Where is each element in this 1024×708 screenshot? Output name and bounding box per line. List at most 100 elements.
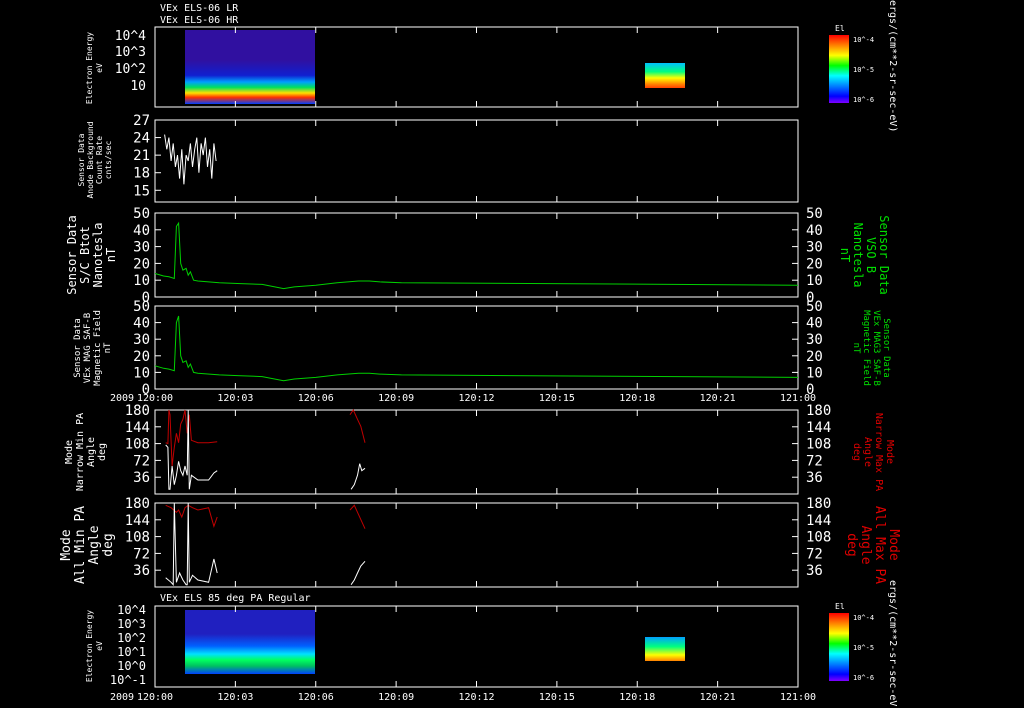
y-axis-label: eV <box>95 641 104 651</box>
y-tick-label: 72 <box>133 453 150 469</box>
y-axis-label-group: Sensor Data Anode Background Count Rate … <box>77 121 113 198</box>
spectrogram-block <box>645 637 685 661</box>
right-axis-label: Narrow Max PA <box>873 413 884 491</box>
y-axis-label: Angle <box>87 525 102 564</box>
y-tick-label-right: 20 <box>806 256 823 272</box>
colorbar-units: ergs/(cm**2-sr-sec-eV) <box>887 0 898 132</box>
y-axis-label: Angle <box>86 437 97 467</box>
y-tick-label-right: 144 <box>806 420 831 436</box>
colorbar-tick: 10^-6 <box>853 96 874 104</box>
y-tick-label: 10^4 <box>117 603 146 617</box>
right-axis-label: VEx MAG3 SAF-B <box>871 310 881 386</box>
y-tick-label-right: 36 <box>806 563 823 579</box>
y-tick-label: 10^4 <box>115 29 146 44</box>
colorbar <box>829 613 849 681</box>
plot-frame <box>154 502 799 588</box>
colorbar-tick: 10^-5 <box>853 644 874 652</box>
x-tick-label: 120:12 <box>458 692 494 703</box>
series-line <box>154 221 799 290</box>
x-tick-label: 120:18 <box>619 692 655 703</box>
x-tick-label: 121:00 <box>780 393 816 404</box>
colorbar-title: El <box>835 602 845 611</box>
colorbar-units: ergs/(cm**2-sr-sec-eV) <box>887 580 898 708</box>
x-tick-label: 120:00 <box>137 393 173 404</box>
y-axis-label: VEx MAG SAF-B <box>83 313 93 383</box>
right-axis-label: nT <box>851 343 861 354</box>
y-axis-label: deg <box>101 533 116 556</box>
x-tick-label: 120:09 <box>378 393 414 404</box>
y-axis-label: All Min PA <box>73 506 88 584</box>
x-tick-label: 120:18 <box>619 393 655 404</box>
y-axis-label: nT <box>104 248 118 262</box>
x-tick-label: 120:06 <box>298 692 334 703</box>
x-tick-label: 120:03 <box>217 393 253 404</box>
y-tick-label: 40 <box>133 223 150 239</box>
spectrogram-block <box>645 63 685 88</box>
x-tick-label: 120:03 <box>217 692 253 703</box>
y-tick-label: 10^2 <box>117 631 146 645</box>
y-tick-label-right: 40 <box>806 223 823 239</box>
y-tick-label-right: 50 <box>806 206 823 222</box>
y-tick-label: 36 <box>133 470 150 486</box>
y-tick-label: 36 <box>133 563 150 579</box>
y-tick-label: 21 <box>133 148 150 164</box>
y-axis-label: Sensor Data <box>65 215 79 294</box>
y-tick-label: 10 <box>133 365 150 381</box>
y-tick-label-right: 180 <box>806 403 831 419</box>
colorbar <box>829 35 849 103</box>
y-axis-label: cnts/sec <box>104 141 113 180</box>
y-axis-label: S/C Btot <box>78 226 92 284</box>
y-tick-label-right: 36 <box>806 470 823 486</box>
y-tick-label: 72 <box>133 546 150 562</box>
y-axis-label: deg <box>97 443 108 461</box>
y-tick-label: 180 <box>125 403 150 419</box>
y-tick-label: 108 <box>125 530 150 546</box>
series-line <box>350 463 366 490</box>
y-axis-label: nT <box>103 342 113 353</box>
plot-frame <box>154 119 799 203</box>
colorbar-tick: 10^-4 <box>853 36 874 44</box>
y-tick-label: 10^1 <box>117 645 146 659</box>
panel-all-pa: Mode All Min PA Angle deg Mode All Max P… <box>59 502 901 588</box>
y-axis-label: Narrow Min PA <box>75 413 86 491</box>
right-axis-label: Sensor Data <box>881 318 891 378</box>
y-axis-label: Nanotesla <box>91 222 105 287</box>
y-axis-label: Electron Energy <box>85 610 94 682</box>
right-axis-label: Angle <box>858 525 873 564</box>
right-axis-label: Sensor Data <box>877 215 891 294</box>
y-axis-label: Count Rate <box>95 136 104 184</box>
y-tick-label: 30 <box>133 240 150 256</box>
right-axis-label: Angle <box>862 437 873 467</box>
y-axis-label: Mode <box>59 529 74 560</box>
x-tick-label: 120:21 <box>700 692 736 703</box>
x-tick-label: 120:09 <box>378 692 414 703</box>
y-axis-label: Magnetic Field <box>93 310 103 386</box>
y-axis-label: Mode <box>64 440 75 464</box>
y-tick-label: 18 <box>133 166 150 182</box>
panel-title: VEx ELS 85 deg PA Regular <box>160 593 311 604</box>
y-tick-label-right: 10 <box>806 365 823 381</box>
panel-els-85deg: VEx ELS 85 deg PA Regular 10^4 10^3 10^2… <box>85 580 898 708</box>
y-tick-label: 40 <box>133 316 150 332</box>
panel-title: VEx ELS-06 HR <box>160 15 239 26</box>
y-tick-label-right: 108 <box>806 530 831 546</box>
y-tick-label: 144 <box>125 513 150 529</box>
right-axis-label: deg <box>844 533 859 556</box>
y-axis-label: eV <box>95 63 104 73</box>
panel-anode-bg: Sensor Data Anode Background Count Rate … <box>77 119 799 203</box>
right-axis-label: Nanotesla <box>851 222 865 287</box>
right-axis-label: All Max PA <box>872 506 887 584</box>
spectrogram-block <box>185 634 315 674</box>
y-tick-label-right: 20 <box>806 349 823 365</box>
x-tick-label: 120:12 <box>458 393 494 404</box>
y-tick-label: 30 <box>133 332 150 348</box>
y-axis-label: Electron Energy <box>85 32 94 104</box>
y-tick-label-right: 108 <box>806 437 831 453</box>
x-tick-label: 120:00 <box>137 692 173 703</box>
colorbar-tick: 10^-4 <box>853 614 874 622</box>
plot-frame <box>154 409 799 495</box>
colorbar-tick: 10^-6 <box>853 674 874 682</box>
y-tick-label-right: 10 <box>806 273 823 289</box>
y-tick-label-right: 72 <box>806 546 823 562</box>
y-tick-label-right: 40 <box>806 316 823 332</box>
